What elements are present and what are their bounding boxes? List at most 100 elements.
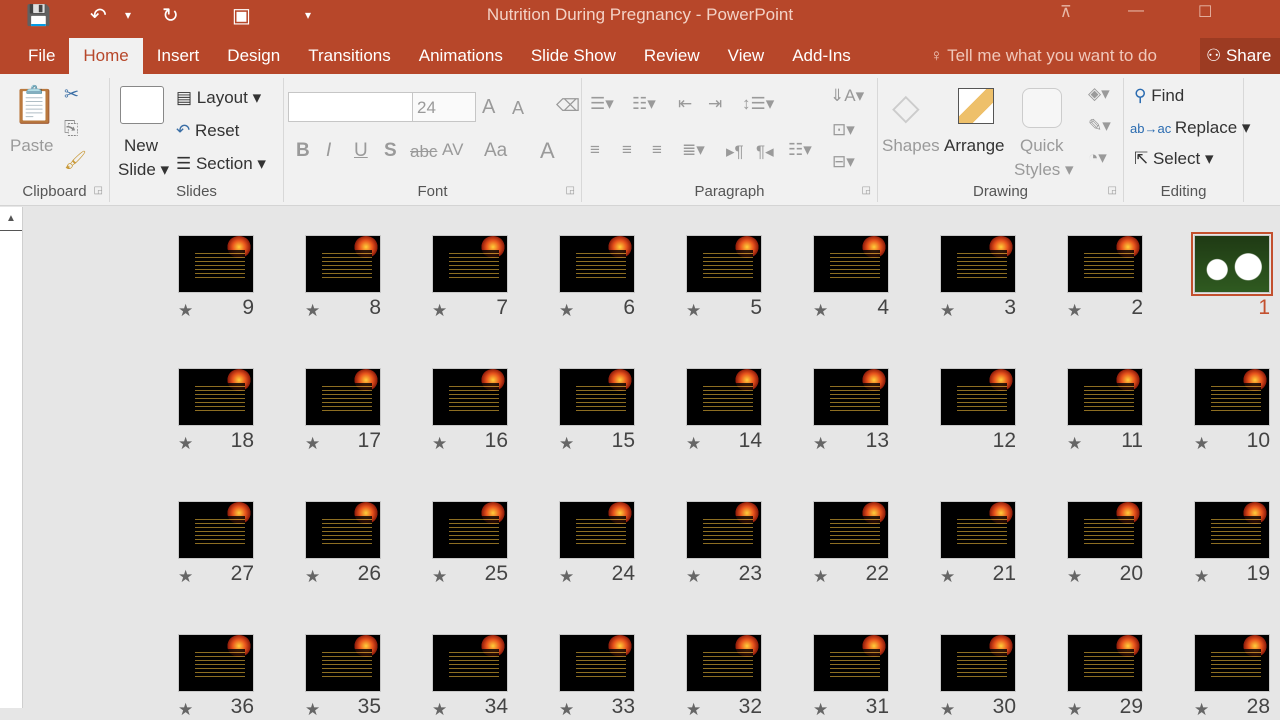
slide-thumbnail[interactable] — [432, 501, 508, 559]
tab-slide-show[interactable]: Slide Show — [517, 38, 630, 74]
tell-me-search[interactable]: ♀ Tell me what you want to do — [930, 46, 1157, 66]
transition-star-icon[interactable]: ★ — [1194, 434, 1209, 454]
slide-thumbnail-item[interactable]: ★ 30 — [940, 634, 1016, 719]
ribbon-display-icon[interactable]: ⊼ — [1060, 2, 1072, 22]
slide-thumbnail-item[interactable]: ★ 25 — [432, 501, 508, 586]
slide-thumbnail[interactable] — [432, 235, 508, 293]
slide-thumbnail[interactable] — [686, 235, 762, 293]
slide-thumbnail-item[interactable]: ★ 19 — [1194, 501, 1270, 586]
rtl-icon[interactable]: ¶◂ — [756, 142, 774, 162]
tab-home[interactable]: Home — [69, 38, 143, 74]
transition-star-icon[interactable]: ★ — [178, 434, 193, 454]
tab-file[interactable]: File — [0, 38, 69, 74]
center-icon[interactable]: ≡ — [622, 140, 632, 160]
transition-star-icon[interactable]: ★ — [940, 301, 955, 321]
align-right-icon[interactable]: ≡ — [652, 140, 662, 160]
transition-star-icon[interactable]: ★ — [686, 434, 701, 454]
slide-thumbnail-item[interactable]: 12 — [940, 368, 1016, 452]
slide-thumbnail[interactable] — [686, 501, 762, 559]
slide-thumbnail[interactable] — [940, 501, 1016, 559]
transition-star-icon[interactable]: ★ — [178, 301, 193, 321]
slide-thumbnail-item[interactable]: ★ 10 — [1194, 368, 1270, 453]
align-left-icon[interactable]: ≡ — [590, 140, 600, 160]
text-direction-icon[interactable]: ⇓A▾ — [830, 86, 864, 106]
cut-icon[interactable]: ✂ — [64, 84, 79, 105]
clear-formatting-icon[interactable]: ⌫ — [556, 96, 580, 116]
slide-thumbnail-item[interactable]: ★ 7 — [432, 235, 508, 320]
slide-thumbnail-item[interactable]: ★ 20 — [1067, 501, 1143, 586]
slide-thumbnail-item[interactable]: ★ 3 — [940, 235, 1016, 320]
dialog-launcher-icon[interactable]: ◲ — [94, 185, 103, 196]
tab-design[interactable]: Design — [213, 38, 294, 74]
select-button[interactable]: ⇱ Select ▾ — [1134, 149, 1213, 169]
tab-add-ins[interactable]: Add-Ins — [778, 38, 865, 74]
slide-thumbnail[interactable] — [432, 634, 508, 692]
slide-thumbnail-item[interactable]: ★ 14 — [686, 368, 762, 453]
slide-thumbnail[interactable] — [813, 634, 889, 692]
slide-thumbnail[interactable] — [178, 235, 254, 293]
underline-button[interactable]: U — [354, 140, 368, 162]
strikethrough-button[interactable]: abc — [410, 142, 437, 162]
transition-star-icon[interactable]: ★ — [686, 567, 701, 587]
slide-thumbnail[interactable] — [686, 368, 762, 426]
slide-thumbnail-item[interactable]: ★ 35 — [305, 634, 381, 719]
slide-thumbnail-item[interactable]: ★ 13 — [813, 368, 889, 453]
transition-star-icon[interactable]: ★ — [1067, 700, 1082, 720]
slide-thumbnail-item[interactable]: ★ 8 — [305, 235, 381, 320]
transition-star-icon[interactable]: ★ — [1067, 301, 1082, 321]
slide-thumbnail[interactable] — [1067, 634, 1143, 692]
slide-thumbnail-item[interactable]: ★ 34 — [432, 634, 508, 719]
transition-star-icon[interactable]: ★ — [1194, 567, 1209, 587]
slide-thumbnail-item[interactable]: ★ 16 — [432, 368, 508, 453]
slide-thumbnail[interactable] — [1194, 368, 1270, 426]
find-button[interactable]: ⚲ Find — [1134, 86, 1184, 106]
slide-thumbnail[interactable] — [1067, 235, 1143, 293]
slide-thumbnail[interactable] — [178, 634, 254, 692]
shape-fill-icon[interactable]: ◈▾ — [1088, 84, 1110, 104]
numbering-icon[interactable]: ☷▾ — [632, 94, 656, 114]
transition-star-icon[interactable]: ★ — [559, 434, 574, 454]
transition-star-icon[interactable]: ★ — [432, 301, 447, 321]
transition-star-icon[interactable]: ★ — [686, 700, 701, 720]
ltr-icon[interactable]: ▸¶ — [726, 142, 744, 162]
slide-thumbnail[interactable] — [686, 634, 762, 692]
layout-button[interactable]: ▤ Layout ▾ — [176, 88, 261, 108]
quick-styles-button[interactable]: Styles ▾ — [1014, 160, 1074, 180]
slide-thumbnail-item[interactable]: ★ 21 — [940, 501, 1016, 586]
slide-thumbnail-item[interactable]: ★ 31 — [813, 634, 889, 719]
slide-thumbnail[interactable] — [305, 634, 381, 692]
transition-star-icon[interactable]: ★ — [305, 434, 320, 454]
slide-thumbnail-item[interactable]: ★ 5 — [686, 235, 762, 320]
transition-star-icon[interactable]: ★ — [178, 567, 193, 587]
slide-thumbnail[interactable] — [940, 235, 1016, 293]
minimize-icon[interactable]: — — [1128, 2, 1144, 20]
new-slide-icon[interactable] — [120, 86, 164, 124]
slide-thumbnail[interactable] — [305, 235, 381, 293]
slide-thumbnail-item[interactable]: ★ 22 — [813, 501, 889, 586]
arrange-button[interactable]: Arrange — [944, 136, 1004, 156]
slide-thumbnail[interactable] — [432, 368, 508, 426]
transition-star-icon[interactable]: ★ — [432, 434, 447, 454]
tab-view[interactable]: View — [714, 38, 779, 74]
slide-thumbnail-item[interactable]: ★ 11 — [1067, 368, 1143, 453]
shape-outline-icon[interactable]: ✎▾ — [1088, 116, 1111, 136]
bold-button[interactable]: B — [296, 140, 310, 162]
new-slide-label-1[interactable]: New — [124, 136, 158, 156]
transition-star-icon[interactable]: ★ — [1067, 434, 1082, 454]
reset-button[interactable]: ↶ Reset — [176, 121, 239, 141]
tab-review[interactable]: Review — [630, 38, 714, 74]
transition-star-icon[interactable]: ★ — [813, 567, 828, 587]
slide-thumbnail[interactable] — [1067, 368, 1143, 426]
transition-star-icon[interactable]: ★ — [813, 301, 828, 321]
transition-star-icon[interactable]: ★ — [1194, 700, 1209, 720]
slide-thumbnail[interactable] — [813, 235, 889, 293]
italic-button[interactable]: I — [326, 140, 331, 162]
bullets-icon[interactable]: ☰▾ — [590, 94, 614, 114]
slide-thumbnail[interactable] — [1191, 232, 1273, 296]
format-painter-icon[interactable]: 🖌 — [64, 150, 87, 171]
slide-thumbnail-item[interactable]: ★ 23 — [686, 501, 762, 586]
transition-star-icon[interactable]: ★ — [559, 301, 574, 321]
slide-thumbnail[interactable] — [940, 368, 1016, 426]
slide-thumbnail[interactable] — [813, 501, 889, 559]
decrease-indent-icon[interactable]: ⇤ — [678, 94, 692, 114]
